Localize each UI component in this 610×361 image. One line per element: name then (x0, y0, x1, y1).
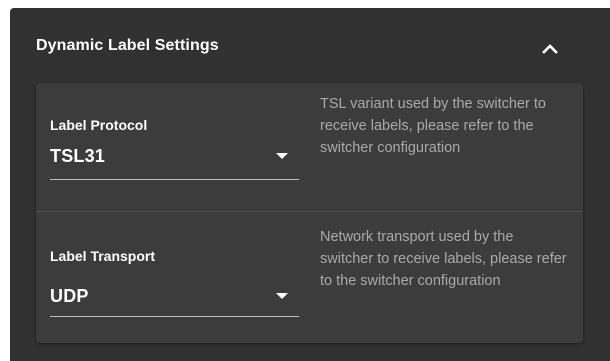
select-underline (50, 316, 299, 317)
collapse-button[interactable] (532, 32, 568, 68)
chevron-up-icon (542, 44, 558, 54)
dropdown-arrow-icon (276, 153, 288, 159)
row-divider (36, 211, 583, 212)
label-protocol-label: Label Protocol (50, 117, 148, 133)
dropdown-arrow-icon (276, 293, 288, 299)
label-protocol-select[interactable]: TSL31 (50, 141, 299, 180)
label-transport-select[interactable]: UDP (50, 281, 299, 317)
label-protocol-value: TSL31 (50, 146, 106, 166)
label-protocol-help: TSL variant used by the switcher to rece… (320, 96, 546, 156)
panel-title: Dynamic Label Settings (36, 37, 219, 54)
panel-header[interactable]: Dynamic Label Settings (10, 8, 610, 84)
label-transport-label: Label Transport (50, 248, 156, 264)
settings-card: Label Protocol TSL31 TSL variant used by… (36, 83, 583, 343)
setting-row-label-transport: Label Transport UDP Network transport us… (36, 213, 583, 343)
label-transport-value: UDP (50, 286, 89, 306)
dynamic-label-settings-panel: Dynamic Label Settings Label Protocol TS… (10, 8, 610, 361)
label-transport-help: Network transport used by the switcher t… (320, 229, 567, 289)
select-underline (50, 179, 299, 180)
setting-row-label-protocol: Label Protocol TSL31 TSL variant used by… (36, 83, 583, 213)
